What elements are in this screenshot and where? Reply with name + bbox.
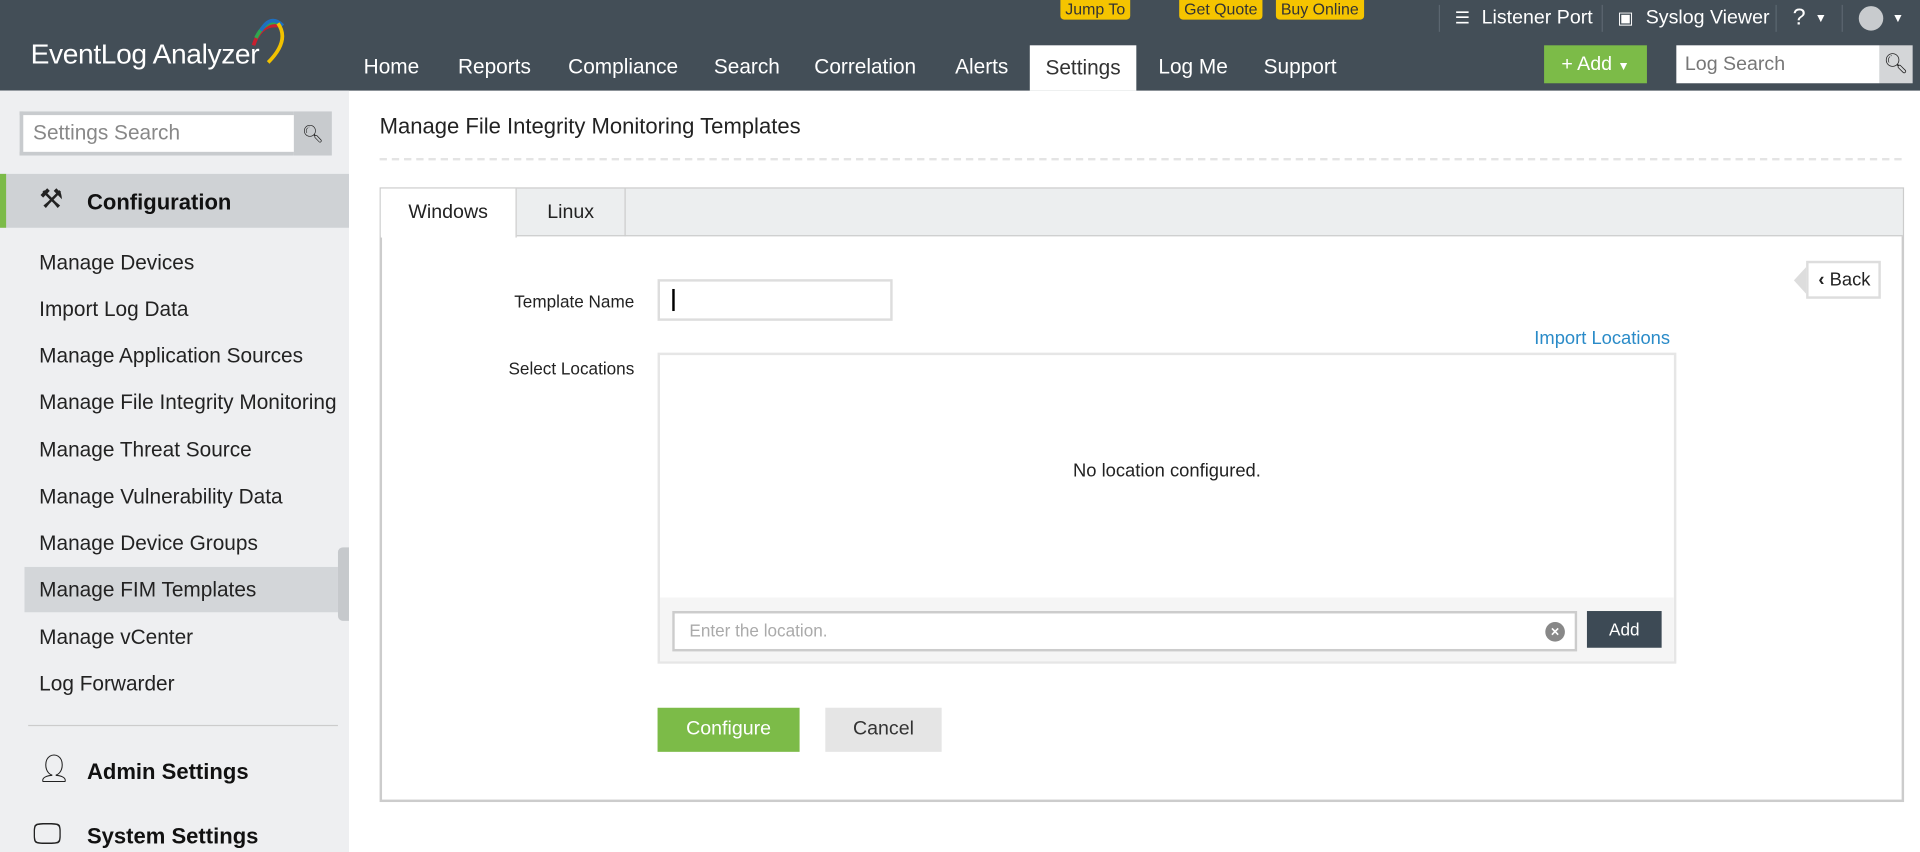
listener-port-link[interactable]: Listener Port — [1482, 7, 1593, 29]
sidebar-section-system-settings[interactable]: System Settings — [87, 824, 258, 850]
tab-linux[interactable]: Linux — [517, 188, 626, 237]
template-name-label: Template Name — [514, 291, 635, 312]
logo-arcs-icon — [251, 18, 285, 64]
import-locations-link[interactable]: Import Locations — [1534, 328, 1670, 349]
add-location-button[interactable]: Add — [1586, 611, 1662, 648]
app-logo[interactable]: EventLog Analyzer — [30, 18, 285, 71]
back-button[interactable]: ‹ Back — [1806, 260, 1881, 299]
sidebar-item-application-sources[interactable]: Manage Application Sources — [39, 344, 303, 368]
admin-user-gear-icon: 👤︎ — [36, 753, 71, 784]
app-name: EventLog Analyzer — [30, 37, 260, 70]
monitor-icon: ▣ — [1617, 7, 1634, 27]
sidebar-item-log-forwarder[interactable]: Log Forwarder — [39, 672, 174, 696]
back-label: Back — [1829, 269, 1871, 291]
configuration-label: Configuration — [86, 189, 232, 215]
nav-support[interactable]: Support — [1264, 55, 1337, 79]
nav-reports[interactable]: Reports — [458, 55, 531, 79]
log-search-input[interactable]: Log Search — [1676, 45, 1880, 84]
user-avatar-icon[interactable] — [1858, 6, 1884, 31]
nav-log-me[interactable]: Log Me — [1158, 55, 1227, 79]
add-button[interactable]: + Add ▼ — [1544, 45, 1647, 84]
divider — [1601, 4, 1603, 32]
get-quote-button[interactable]: Get Quote — [1179, 0, 1263, 20]
clear-icon[interactable]: × — [1545, 622, 1565, 642]
sidebar-section-admin-settings[interactable]: Admin Settings — [87, 759, 249, 785]
tab-windows[interactable]: Windows — [380, 188, 517, 238]
configure-button[interactable]: Configure — [657, 707, 800, 752]
jump-to-button[interactable]: Jump To — [1060, 0, 1131, 20]
nav-settings[interactable]: Settings — [1029, 45, 1137, 91]
nav-home[interactable]: Home — [364, 55, 420, 79]
buy-online-button[interactable]: Buy Online — [1275, 0, 1364, 20]
server-icon: ☰ — [1454, 7, 1471, 27]
chevron-down-icon: ▼ — [1891, 12, 1904, 26]
nav-search[interactable]: Search — [714, 55, 780, 79]
select-locations-label: Select Locations — [508, 358, 635, 379]
syslog-viewer-link[interactable]: Syslog Viewer — [1646, 7, 1770, 29]
empty-message: No location configured. — [1072, 460, 1261, 482]
sidebar-item-import-log-data[interactable]: Import Log Data — [39, 298, 188, 322]
divider — [1841, 4, 1843, 32]
search-icon[interactable]: 🔍︎ — [293, 111, 332, 156]
chevron-down-icon: ▼ — [1814, 12, 1827, 26]
search-icon[interactable]: 🔍︎ — [1879, 45, 1913, 84]
divider — [28, 724, 338, 727]
divider — [1775, 4, 1777, 32]
location-input[interactable]: Enter the location. — [672, 611, 1578, 652]
help-button[interactable]: ? — [1793, 5, 1806, 32]
nav-alerts[interactable]: Alerts — [955, 55, 1008, 79]
chevron-down-icon: ▼ — [1617, 60, 1630, 74]
sidebar-item-vcenter[interactable]: Manage vCenter — [39, 626, 193, 650]
title-divider — [379, 157, 1902, 161]
monitor-gear-icon: 🖵︎ — [33, 817, 62, 852]
sidebar-item-device-groups[interactable]: Manage Device Groups — [39, 531, 258, 555]
divider — [1438, 4, 1441, 32]
sidebar-item-file-integrity-monitoring[interactable]: Manage File Integrity Monitoring — [39, 391, 336, 415]
template-name-input[interactable] — [657, 279, 893, 321]
nav-correlation[interactable]: Correlation — [814, 55, 916, 79]
add-label: + Add — [1561, 53, 1613, 75]
chevron-left-icon: ‹ — [1818, 269, 1825, 291]
sidebar-item-vulnerability-data[interactable]: Manage Vulnerability Data — [39, 485, 282, 509]
sidebar-collapse-handle[interactable] — [337, 547, 349, 621]
page-title: Manage File Integrity Monitoring Templat… — [379, 113, 801, 139]
sidebar-item-threat-source[interactable]: Manage Threat Source — [39, 438, 252, 462]
cancel-button[interactable]: Cancel — [825, 707, 942, 752]
sidebar-item-manage-devices[interactable]: Manage Devices — [39, 251, 194, 275]
tools-icon: ⚒ — [39, 183, 64, 215]
settings-search-input[interactable]: Settings Search — [19, 111, 294, 156]
sidebar-item-fim-templates[interactable]: Manage FIM Templates — [39, 578, 256, 602]
text-cursor — [672, 288, 675, 312]
nav-compliance[interactable]: Compliance — [568, 55, 678, 79]
